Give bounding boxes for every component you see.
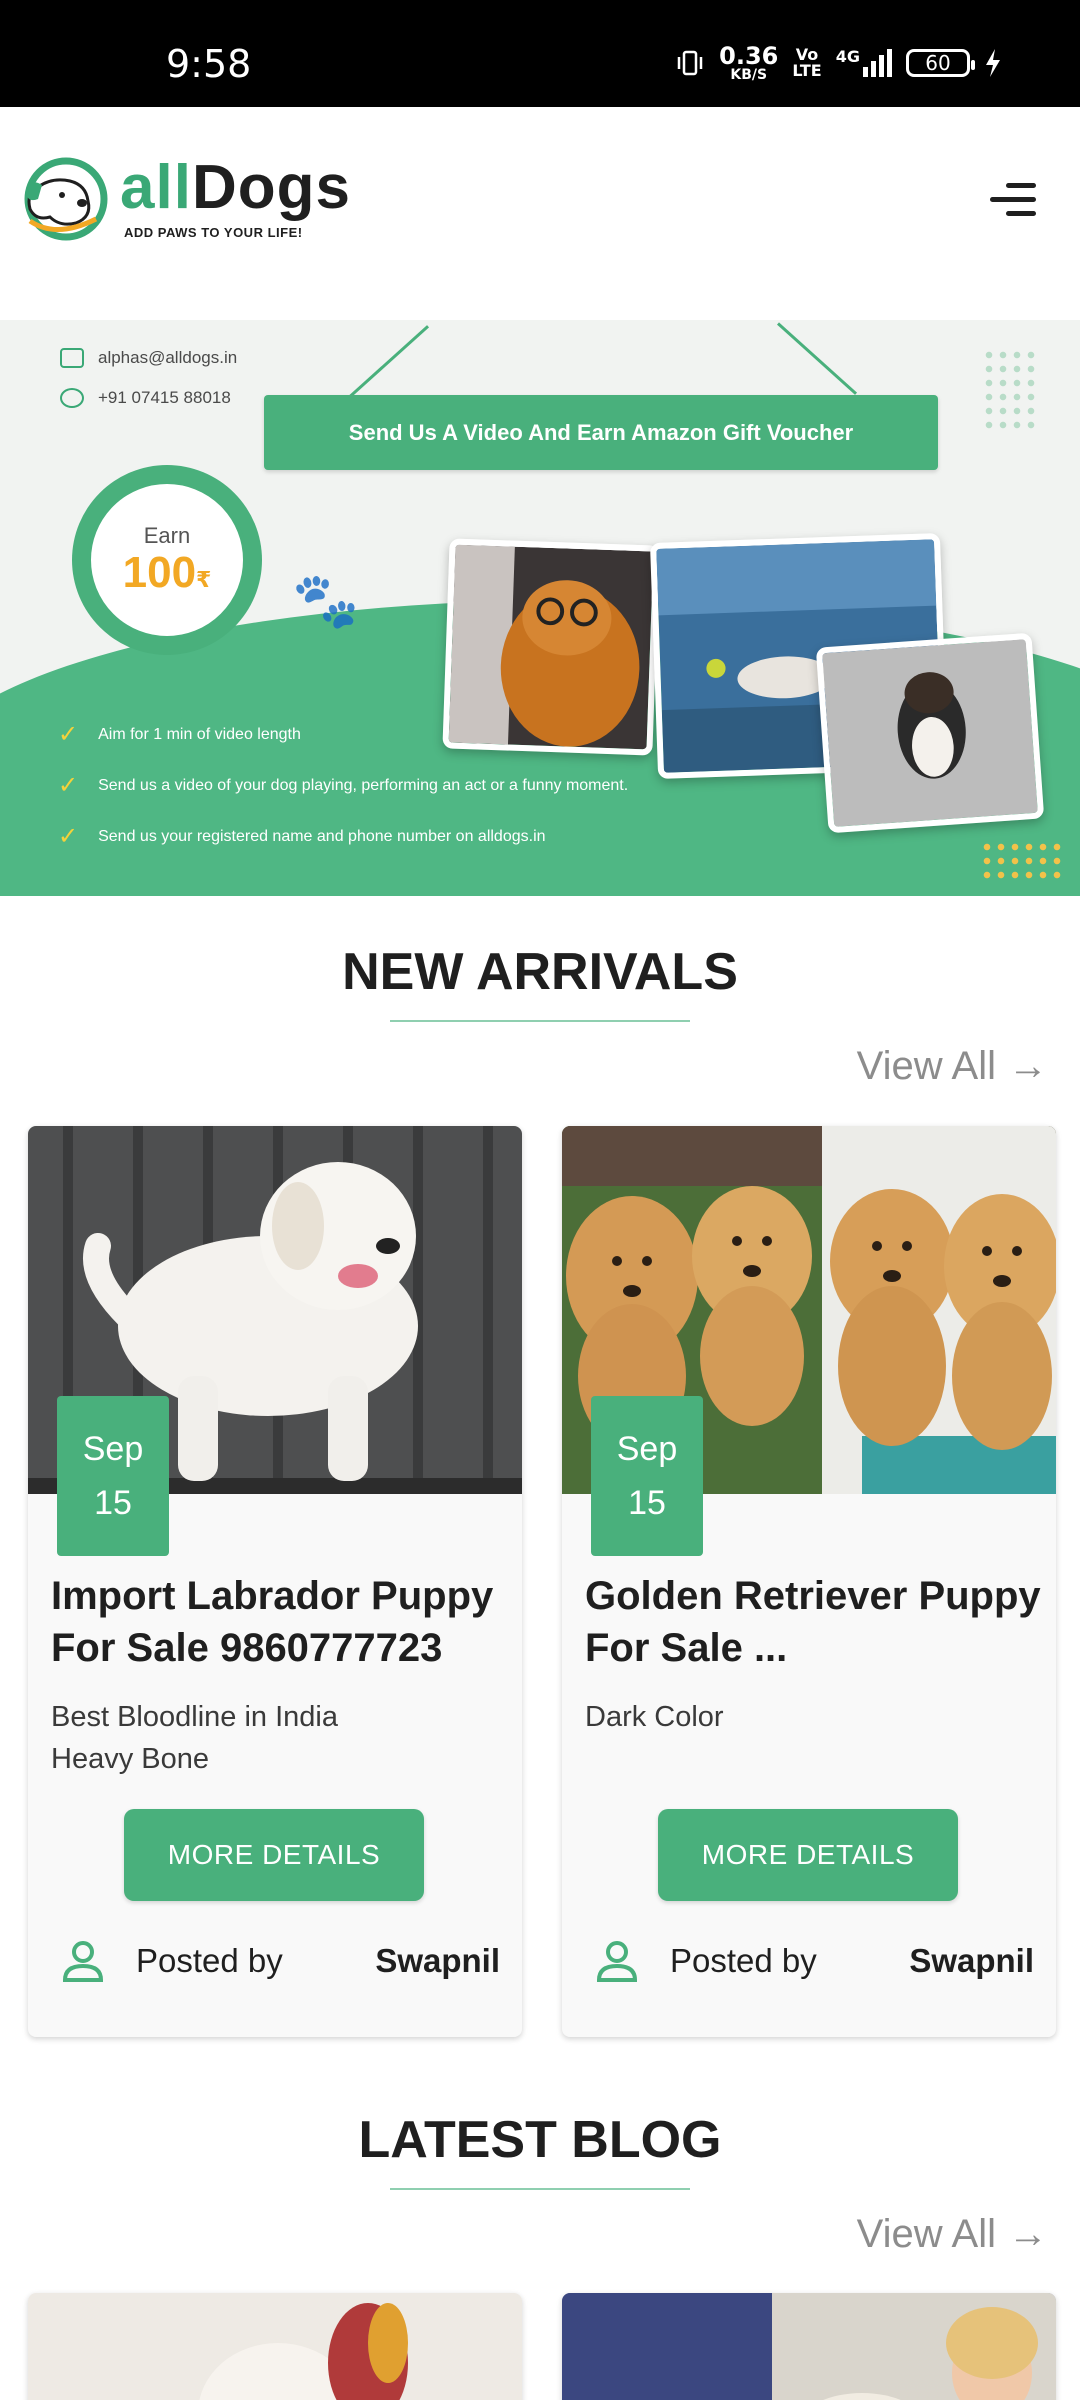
posted-by-row: Posted by Swapnil [594,1936,1034,1986]
logo-tagline: ADD PAWS TO YOUR LIFE! [124,225,303,240]
volte-indicator: Vo LTE [792,45,822,80]
checkmark-icon: ✓ [58,823,79,850]
checkmark-icon: ✓ [58,772,79,799]
latest-blog-view-all-link[interactable]: View All → [857,2212,1048,2257]
latest-blog-title: LATEST BLOG [358,2111,722,2169]
battery-level: 60 [925,51,951,75]
checkmark-icon: ✓ [58,721,79,748]
banner-dots [982,348,1038,432]
date-badge: Sep 15 [57,1396,169,1556]
banner-bullet: ✓ Send us your registered name and phone… [58,823,546,850]
author-name: Swapnil [909,1942,1034,1979]
posted-by-label: Posted by [670,1942,817,1979]
listing-card[interactable]: Sep 15 Golden Retriever Puppy For Sale .… [562,1126,1056,2037]
paw-icon: 🐾 [292,571,360,631]
battery-icon: 60 [906,49,975,77]
listing-description: Best Bloodline in India Heavy Bone [51,1701,338,1775]
new-arrivals-title: NEW ARRIVALS [342,943,738,1001]
vibrate-icon [677,50,703,76]
earn-badge: Earn 100₹ [72,465,262,655]
section-divider [390,2188,690,2190]
banner-phone: +91 07415 88018 [60,388,231,408]
status-icons: 0.36 KB/S Vo LTE 4G 60 [675,44,1002,82]
whatsapp-icon [60,388,84,408]
arrow-right-icon: → [1008,2212,1048,2256]
new-arrivals-view-all-link[interactable]: View All → [857,1044,1048,1089]
banner-hanger [348,325,430,398]
promo-banner[interactable]: alphas@alldogs.in +91 07415 88018 Send U… [0,320,1080,896]
banner-bullet: ✓ Aim for 1 min of video length [58,721,301,748]
listing-title[interactable]: Golden Retriever Puppy For Sale ... [585,1570,1045,1674]
charging-icon [986,49,1000,77]
listing-title[interactable]: Import Labrador Puppy For Sale 986077772… [51,1570,511,1674]
listing-card[interactable]: Sep 15 Import Labrador Puppy For Sale 98… [28,1126,522,2037]
user-icon [62,1941,104,1982]
section-divider [390,1020,690,1022]
status-time: 9:58 [166,42,252,86]
posted-by-row: Posted by Swapnil [60,1936,500,1986]
banner-hanger [776,322,858,395]
posted-by-label: Posted by [136,1942,283,1979]
more-details-button[interactable]: MORE DETAILS [658,1809,958,1901]
app-header: allDogs ADD PAWS TO YOUR LIFE! [0,107,1080,320]
banner-title: Send Us A Video And Earn Amazon Gift Vou… [264,395,938,470]
banner-email: alphas@alldogs.in [60,348,237,368]
logo-name: allDogs [120,153,351,222]
user-icon [596,1941,638,1982]
blog-card-image[interactable] [28,2293,522,2400]
listing-description: Dark Color [585,1701,724,1733]
author-name: Swapnil [375,1942,500,1979]
banner-dots [980,840,1064,882]
hamburger-menu-icon[interactable] [978,177,1036,221]
status-bar: 9:58 0.36 KB/S Vo LTE 4G 60 [0,0,1080,107]
banner-photo-dog-running [815,632,1045,834]
more-details-button[interactable]: MORE DETAILS [124,1809,424,1901]
network-speed: 0.36 KB/S [719,42,779,83]
blog-card-image[interactable] [562,2293,1056,2400]
mail-icon [60,348,84,368]
alldogs-logo[interactable]: allDogs ADD PAWS TO YOUR LIFE! [16,157,351,241]
dog-logo-icon [24,157,108,241]
banner-bullet: ✓ Send us a video of your dog playing, p… [58,772,629,799]
signal-icon: 4G [836,49,892,77]
arrow-right-icon: → [1008,1044,1048,1088]
date-badge: Sep 15 [591,1396,703,1556]
banner-photo-dog-glasses [442,538,660,756]
